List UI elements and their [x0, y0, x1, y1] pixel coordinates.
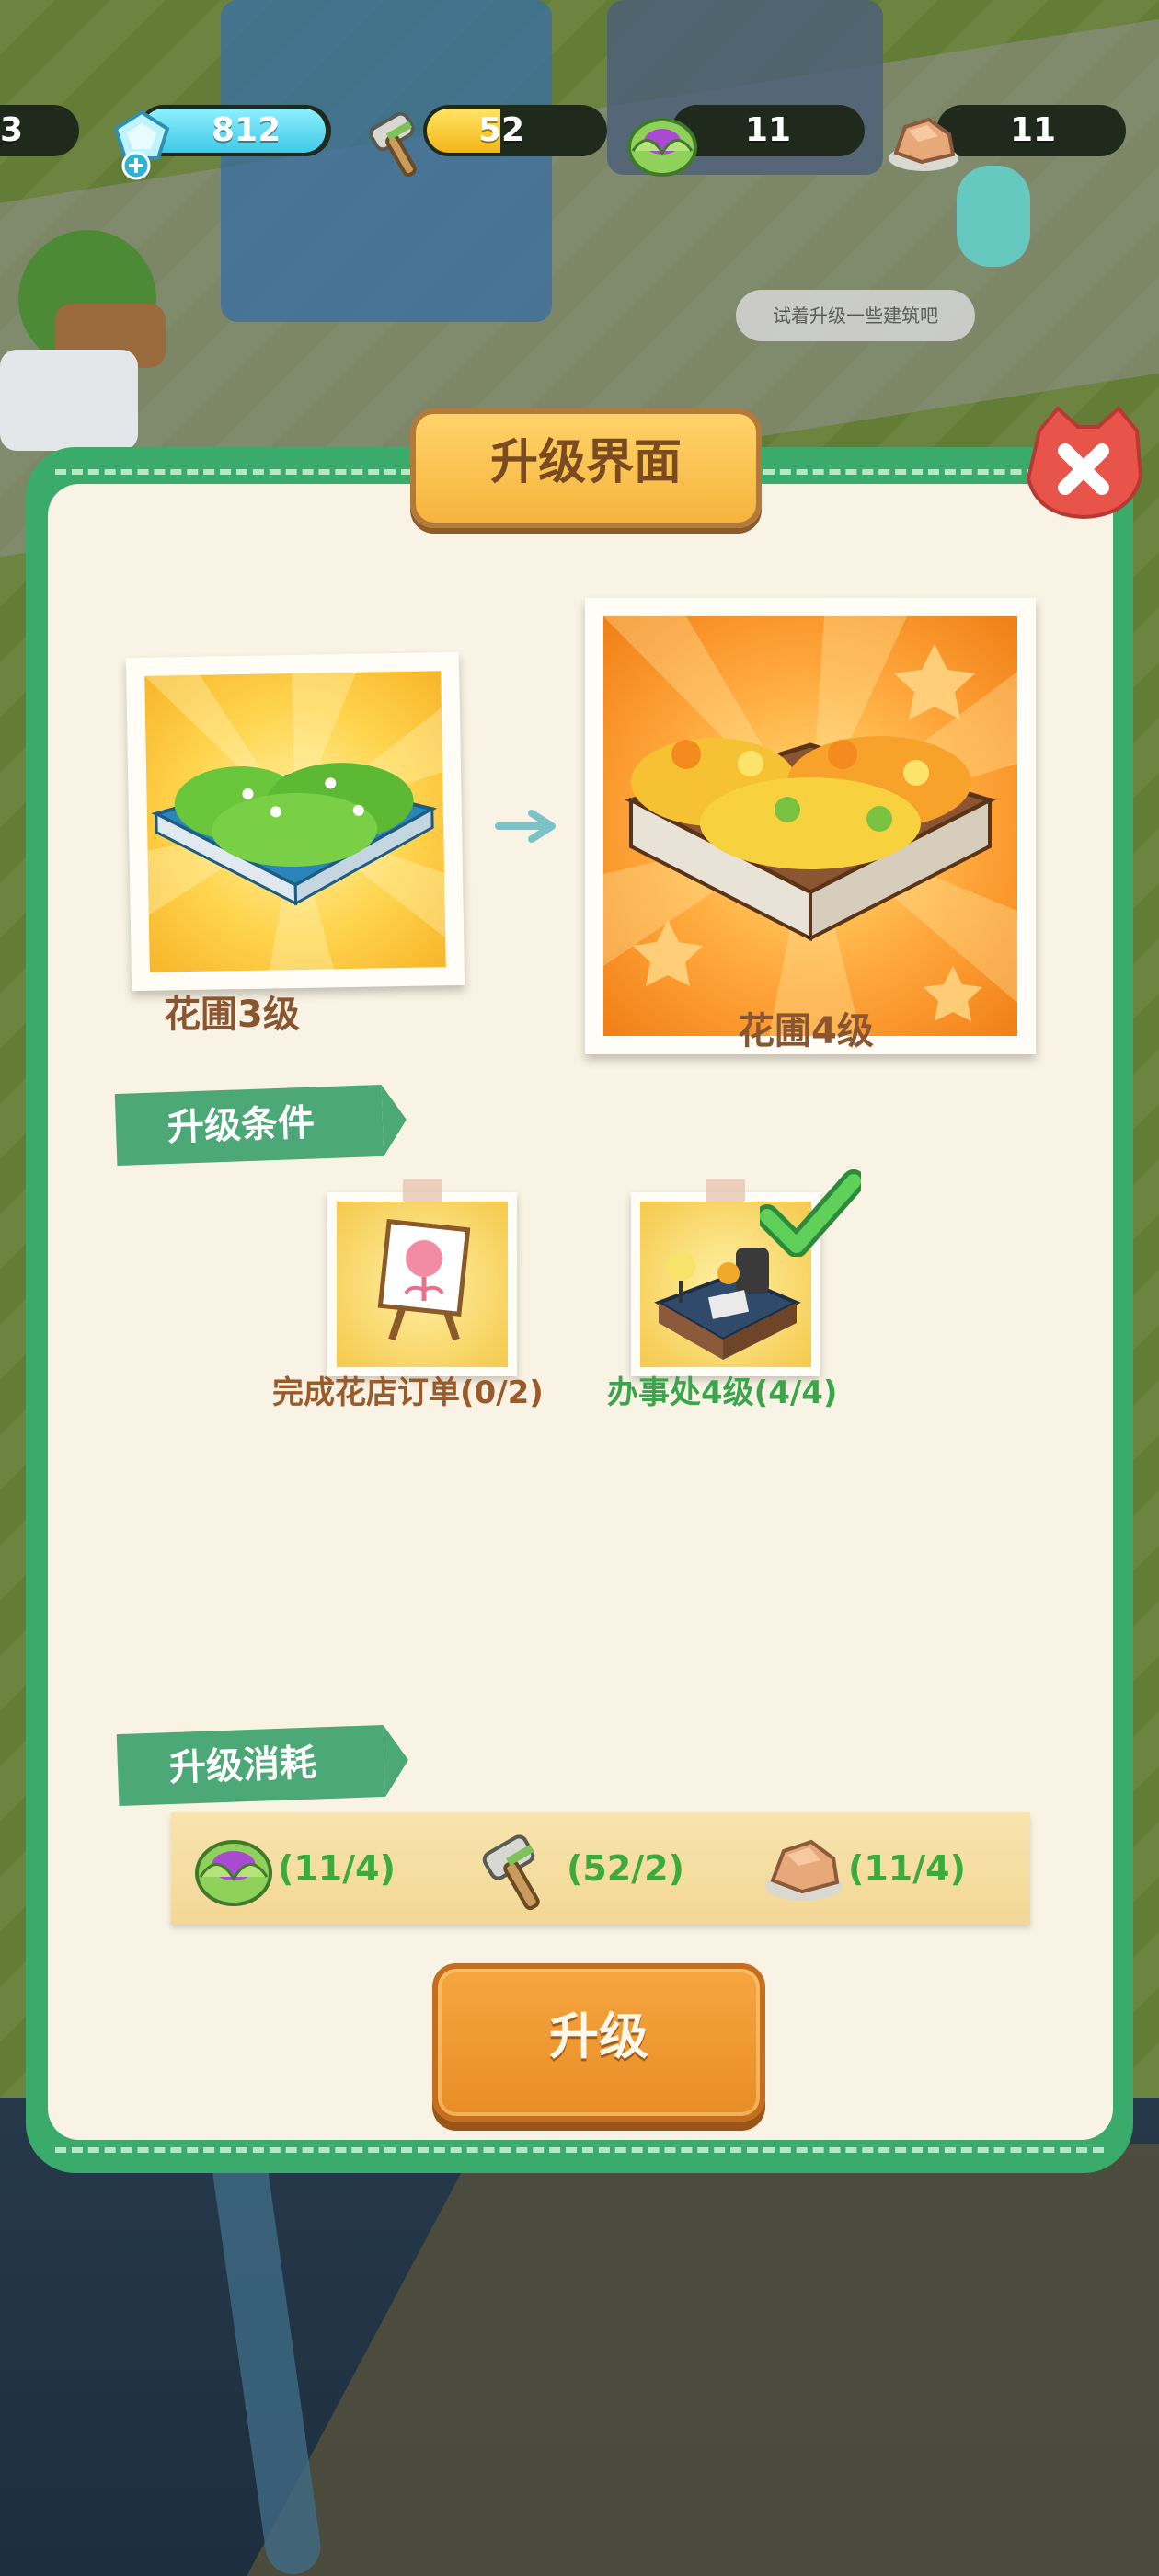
checkmark-icon [760, 1169, 861, 1257]
cost-hammer-value: (52/2) [567, 1848, 684, 1889]
arrow-right-icon [495, 810, 556, 843]
cabbage-resource: 11 [627, 105, 865, 177]
easel-flower-icon [377, 1219, 471, 1341]
cost-cabbage-value: (11/4) [278, 1848, 396, 1889]
cabbage-count: 11 [745, 111, 792, 149]
gem-resource[interactable]: 812 [113, 105, 331, 180]
modal-title-plate: 升级界面 [410, 408, 762, 528]
flowerbed-level4-icon [603, 616, 1017, 1036]
upgrade-button[interactable]: 升级 [432, 1963, 765, 2122]
cost-stone-value: (11/4) [848, 1848, 966, 1889]
hammer-icon [482, 1834, 540, 1911]
condition-flower-orders[interactable] [327, 1179, 517, 1376]
cabbage-icon [627, 118, 697, 177]
modal-title: 升级界面 [489, 435, 682, 490]
resource-partial: 3 [0, 105, 79, 156]
close-icon [1026, 406, 1143, 520]
cost-title: 升级消耗 [168, 1742, 317, 1790]
hammer-resource: 52 [369, 105, 607, 178]
stone-count: 11 [1010, 111, 1057, 149]
gem-icon [113, 109, 170, 180]
conditions-ribbon: 升级条件 [114, 1084, 384, 1167]
current-building-label: 花圃3级 [164, 994, 300, 1036]
upgrade-button-label: 升级 [549, 2007, 648, 2065]
cost-hammer: (52/2) [475, 1812, 684, 1925]
hint-bubble: 试着升级一些建筑吧 [736, 290, 975, 341]
hammer-count: 52 [478, 111, 525, 149]
conditions-title: 升级条件 [166, 1101, 316, 1150]
cost-stone: (11/4) [760, 1812, 966, 1925]
cost-cabbage: (11/4) [189, 1812, 396, 1925]
hammer-icon [369, 111, 417, 178]
resource-bar: 3 812 52 11 11 [0, 92, 1159, 180]
gem-count: 812 [212, 111, 281, 149]
stone-icon [765, 1839, 843, 1901]
flowerbed-level3-icon [144, 672, 446, 971]
condition-art [337, 1202, 508, 1367]
next-building-card [585, 598, 1036, 1054]
condition-text: 完成花店订单(0/2) [272, 1374, 544, 1411]
condition-text: 办事处4级(4/4) [607, 1374, 838, 1411]
modal-bottom-dash [55, 2147, 1104, 2153]
truck [0, 350, 138, 451]
cabbage-icon [195, 1840, 272, 1906]
current-building-card [125, 651, 465, 992]
resource-partial-value: 3 [0, 111, 24, 149]
stone-icon [889, 117, 958, 171]
cost-strip: (11/4) (52/2) (11/4) [171, 1812, 1030, 1925]
stone-resource: 11 [889, 105, 1126, 171]
close-button[interactable] [1021, 403, 1146, 524]
next-building-label: 花圃4级 [738, 1010, 874, 1052]
cost-ribbon: 升级消耗 [116, 1724, 386, 1807]
next-building-art [603, 616, 1017, 1036]
cat-character [957, 166, 1030, 267]
current-building-art [144, 671, 446, 972]
